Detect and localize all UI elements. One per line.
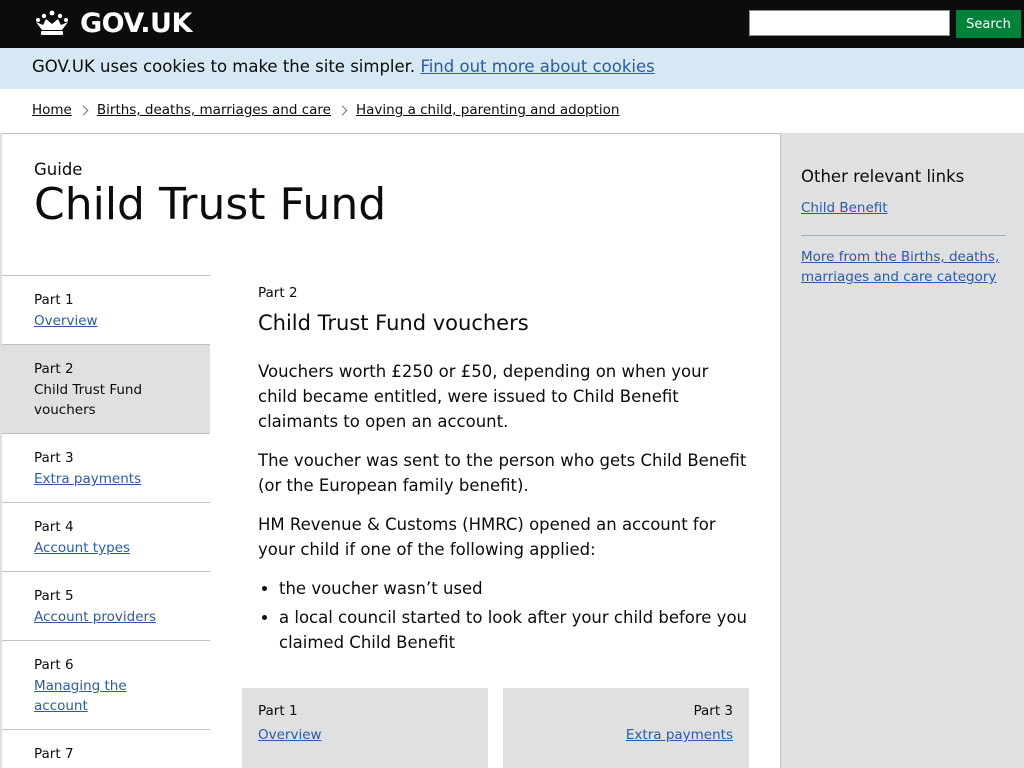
crown-icon xyxy=(34,10,70,36)
cookie-message-text: GOV.UK uses cookies to make the site sim… xyxy=(32,57,416,76)
search-button[interactable]: Search xyxy=(956,10,1021,38)
list-item: the voucher wasn’t used xyxy=(279,576,748,601)
current-part-label: Child Trust Fund vouchers xyxy=(34,382,143,418)
content-paragraph: Vouchers worth £250 or £50, depending on… xyxy=(258,362,709,431)
logo-text: GOV.UK xyxy=(80,7,192,39)
part-number: Part 7 xyxy=(34,746,74,762)
pager-next-part: Part 3 xyxy=(693,703,733,719)
chevron-right-icon xyxy=(337,105,348,115)
list-item: a local council started to look after yo… xyxy=(279,605,748,655)
page-title: Child Trust Fund xyxy=(34,179,387,230)
part-nav-item-2-current: Part 2 Child Trust Fund vouchers xyxy=(2,344,210,433)
breadcrumb-home[interactable]: Home xyxy=(32,101,72,119)
breadcrumb: Home Births, deaths, marriages and care … xyxy=(32,101,619,119)
part-link-overview[interactable]: Overview xyxy=(34,313,98,329)
part-number: Part 3 xyxy=(34,450,74,466)
divider xyxy=(801,235,1006,236)
part-link-managing-the-account[interactable]: Managing the account xyxy=(34,678,127,714)
related-link-child-benefit[interactable]: Child Benefit xyxy=(801,200,888,216)
part-link-account-types[interactable]: Account types xyxy=(34,540,130,556)
part-nav-item-5: Part 5 Account providers xyxy=(2,571,210,640)
related-links-title: Other relevant links xyxy=(801,167,965,186)
search-input[interactable] xyxy=(749,10,950,36)
content-part-number: Part 2 xyxy=(258,285,298,301)
part-link-account-providers[interactable]: Account providers xyxy=(34,609,156,625)
content-bullet-list: the voucher wasn’t used a local council … xyxy=(258,576,748,659)
breadcrumb-having-a-child[interactable]: Having a child, parenting and adoption xyxy=(356,101,619,119)
cookie-info-link[interactable]: Find out more about cookies xyxy=(420,57,654,76)
part-number: Part 5 xyxy=(34,588,74,604)
site-header: GOV.UK Search xyxy=(0,0,1024,48)
part-nav-item-7: Part 7 xyxy=(2,729,210,768)
related-link-more-from-category[interactable]: More from the Births, deaths, marriages … xyxy=(801,249,999,285)
pager-previous-link[interactable]: Overview xyxy=(258,727,322,743)
chevron-right-icon xyxy=(78,105,89,115)
pager-previous: Part 1 Overview xyxy=(242,688,488,768)
pager-next-link[interactable]: Extra payments xyxy=(626,727,733,743)
guide-label: Guide xyxy=(34,160,83,179)
govuk-home-link[interactable]: GOV.UK xyxy=(34,7,192,39)
part-nav-item-4: Part 4 Account types xyxy=(2,502,210,571)
part-nav-item-6: Part 6 Managing the account xyxy=(2,640,210,729)
parts-navigation: Part 1 Overview Part 2 Child Trust Fund … xyxy=(2,275,210,768)
part-nav-item-3: Part 3 Extra payments xyxy=(2,433,210,502)
part-number: Part 4 xyxy=(34,519,74,535)
content-paragraph: HM Revenue & Customs (HMRC) opened an ac… xyxy=(258,515,716,559)
pager-next: Part 3 Extra payments xyxy=(503,688,749,768)
content-paragraph: The voucher was sent to the person who g… xyxy=(258,451,747,495)
cookie-message: GOV.UK uses cookies to make the site sim… xyxy=(32,57,655,77)
pager-previous-part: Part 1 xyxy=(258,703,298,719)
breadcrumb-births-deaths[interactable]: Births, deaths, marriages and care xyxy=(97,101,331,119)
part-link-extra-payments[interactable]: Extra payments xyxy=(34,471,141,487)
related-links-panel: Other relevant links Child Benefit More … xyxy=(782,152,1022,320)
content-title: Child Trust Fund vouchers xyxy=(258,311,529,335)
part-number: Part 6 xyxy=(34,657,74,673)
part-nav-item-1: Part 1 Overview xyxy=(2,275,210,344)
part-number: Part 2 xyxy=(34,361,74,377)
part-number: Part 1 xyxy=(34,292,74,308)
